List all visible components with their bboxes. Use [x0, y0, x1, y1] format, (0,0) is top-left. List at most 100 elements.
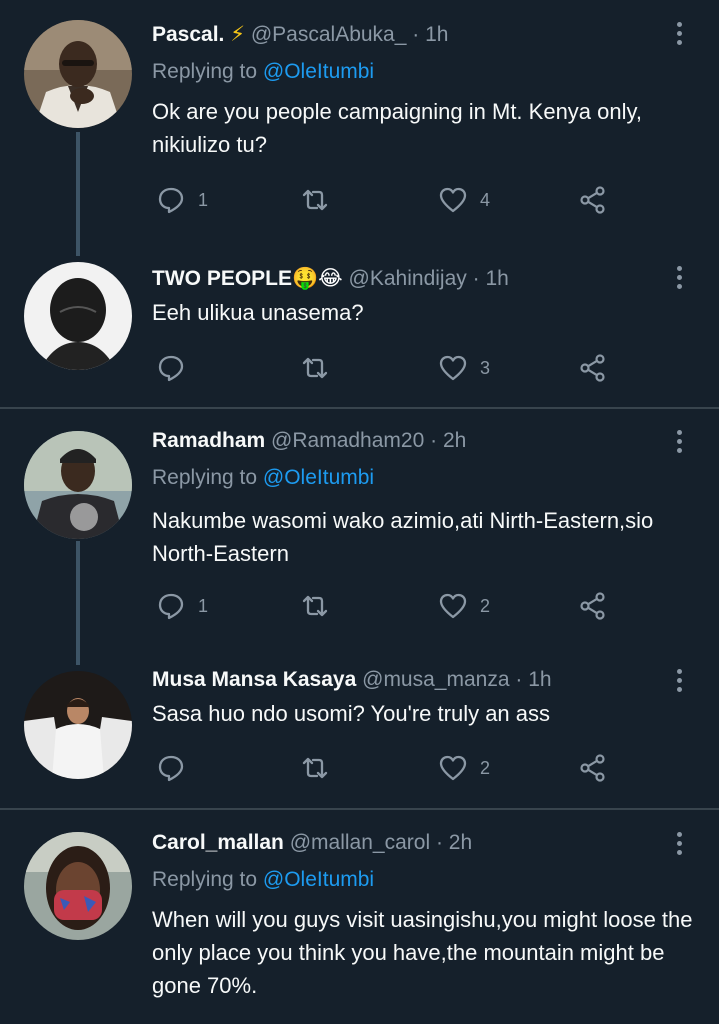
timestamp[interactable]: 2h — [443, 429, 466, 452]
lightning-icon: ⚡ — [230, 23, 245, 46]
retweet-button[interactable] — [300, 750, 342, 786]
share-button[interactable] — [578, 588, 608, 624]
tweet-text: When will you guys visit uasingishu,you … — [152, 907, 693, 998]
like-count: 4 — [480, 189, 491, 210]
retweet-icon — [302, 757, 328, 779]
handle[interactable]: @Kahindijay — [349, 267, 467, 290]
retweet-icon — [302, 595, 328, 617]
action-bar: 1 4 — [152, 182, 622, 218]
replying-label: Replying to — [152, 868, 258, 891]
share-button[interactable] — [578, 750, 608, 786]
reply-icon — [158, 355, 184, 382]
replying-mention-link[interactable]: @OleItumbi — [263, 466, 374, 489]
like-count: 2 — [480, 757, 491, 778]
emoji-badge: 🤑😂 — [292, 267, 343, 290]
reply-button[interactable]: 1 — [156, 588, 208, 624]
replying-label: Replying to — [152, 466, 258, 489]
retweet-button[interactable] — [300, 350, 342, 386]
share-icon — [580, 354, 605, 382]
more-options-icon[interactable] — [664, 663, 694, 697]
retweet-button[interactable] — [300, 182, 342, 218]
share-icon — [580, 186, 605, 214]
tweet-header: Ramadham @Ramadham20 · 2h — [152, 424, 466, 458]
tweet-pascal[interactable]: Pascal. ⚡ @PascalAbuka_ · 1h Replying to… — [0, 0, 719, 256]
timestamp[interactable]: 1h — [528, 668, 551, 691]
avatar[interactable] — [24, 832, 132, 940]
avatar[interactable] — [24, 671, 132, 779]
avatar-photo — [24, 671, 132, 779]
reply-button[interactable] — [156, 750, 198, 786]
timestamp[interactable]: 1h — [425, 23, 448, 46]
handle[interactable]: @Ramadham20 — [271, 429, 424, 452]
tweet-text: Eeh ulikua unasema? — [152, 300, 364, 325]
share-button[interactable] — [578, 350, 608, 386]
like-count: 3 — [480, 357, 491, 378]
tweet-two-people[interactable]: TWO PEOPLE🤑😂 @Kahindijay · 1h Eeh ulikua… — [0, 244, 719, 408]
heart-icon — [439, 187, 467, 213]
reply-count: 1 — [198, 189, 209, 210]
retweet-icon — [302, 357, 328, 379]
more-options-icon[interactable] — [664, 424, 694, 458]
action-bar: 1 2 — [152, 588, 622, 624]
reply-button[interactable] — [156, 350, 198, 386]
replying-mention-link[interactable]: @OleItumbi — [263, 868, 374, 891]
avatar[interactable] — [24, 262, 132, 370]
avatar-photo — [24, 832, 132, 940]
reply-icon — [158, 755, 184, 782]
reply-icon — [158, 187, 184, 214]
display-name[interactable]: TWO PEOPLE — [152, 267, 292, 290]
tweet-text: Sasa huo ndo usomi? You're truly an ass — [152, 701, 551, 726]
display-name[interactable]: Ramadham — [152, 429, 265, 452]
like-button[interactable]: 4 — [438, 182, 490, 218]
avatar-photo — [24, 262, 132, 370]
like-count: 2 — [480, 595, 491, 616]
tweet-header: Musa Mansa Kasaya @musa_manza · 1h — [152, 663, 552, 697]
display-name[interactable]: Pascal. — [152, 23, 224, 46]
replying-to: Replying to @OleItumbi — [152, 864, 374, 896]
tweet-ramadham[interactable]: Ramadham @Ramadham20 · 2h Replying to @O… — [0, 409, 719, 665]
replying-mention-link[interactable]: @OleItumbi — [263, 60, 374, 83]
like-button[interactable]: 3 — [438, 350, 490, 386]
thread-line — [76, 132, 80, 256]
thread-line — [76, 541, 80, 665]
replying-label: Replying to — [152, 60, 258, 83]
reply-icon — [158, 593, 184, 620]
action-bar: 2 — [152, 750, 622, 786]
display-name[interactable]: Musa Mansa Kasaya — [152, 668, 356, 691]
display-name[interactable]: Carol_mallan — [152, 831, 284, 854]
replying-to: Replying to @OleItumbi — [152, 56, 374, 88]
tweet-carol[interactable]: Carol_mallan @mallan_carol · 2h Replying… — [0, 810, 719, 1024]
like-button[interactable]: 2 — [438, 588, 490, 624]
handle[interactable]: @musa_manza — [362, 668, 509, 691]
handle[interactable]: @PascalAbuka_ — [251, 23, 407, 46]
avatar-photo — [24, 20, 132, 128]
more-options-icon[interactable] — [664, 16, 694, 50]
tweet-header: Carol_mallan @mallan_carol · 2h — [152, 826, 472, 860]
like-button[interactable]: 2 — [438, 750, 490, 786]
reply-button[interactable]: 1 — [156, 182, 208, 218]
separator: · — [430, 831, 449, 854]
heart-icon — [439, 355, 467, 381]
tweet-header: TWO PEOPLE🤑😂 @Kahindijay · 1h — [152, 262, 509, 296]
avatar[interactable] — [24, 431, 132, 539]
separator: · — [466, 267, 486, 290]
avatar[interactable] — [24, 20, 132, 128]
handle[interactable]: @mallan_carol — [290, 831, 430, 854]
action-bar: 3 — [152, 350, 622, 386]
retweet-icon — [302, 189, 328, 211]
tweet-text: Ok are you people campaigning in Mt. Ken… — [152, 99, 642, 157]
retweet-button[interactable] — [300, 588, 342, 624]
tweet-musa[interactable]: Musa Mansa Kasaya @musa_manza · 1h Sasa … — [0, 649, 719, 809]
more-options-icon[interactable] — [664, 260, 694, 294]
timestamp[interactable]: 1h — [485, 267, 508, 290]
share-button[interactable] — [578, 182, 608, 218]
separator: · — [424, 429, 443, 452]
timestamp[interactable]: 2h — [449, 831, 472, 854]
separator: · — [406, 23, 426, 46]
separator: · — [509, 668, 529, 691]
replying-to: Replying to @OleItumbi — [152, 462, 374, 494]
tweet-header: Pascal. ⚡ @PascalAbuka_ · 1h — [152, 18, 448, 52]
reply-feed: Pascal. ⚡ @PascalAbuka_ · 1h Replying to… — [0, 0, 719, 1024]
reply-count: 1 — [198, 595, 209, 616]
more-options-icon[interactable] — [664, 826, 694, 860]
